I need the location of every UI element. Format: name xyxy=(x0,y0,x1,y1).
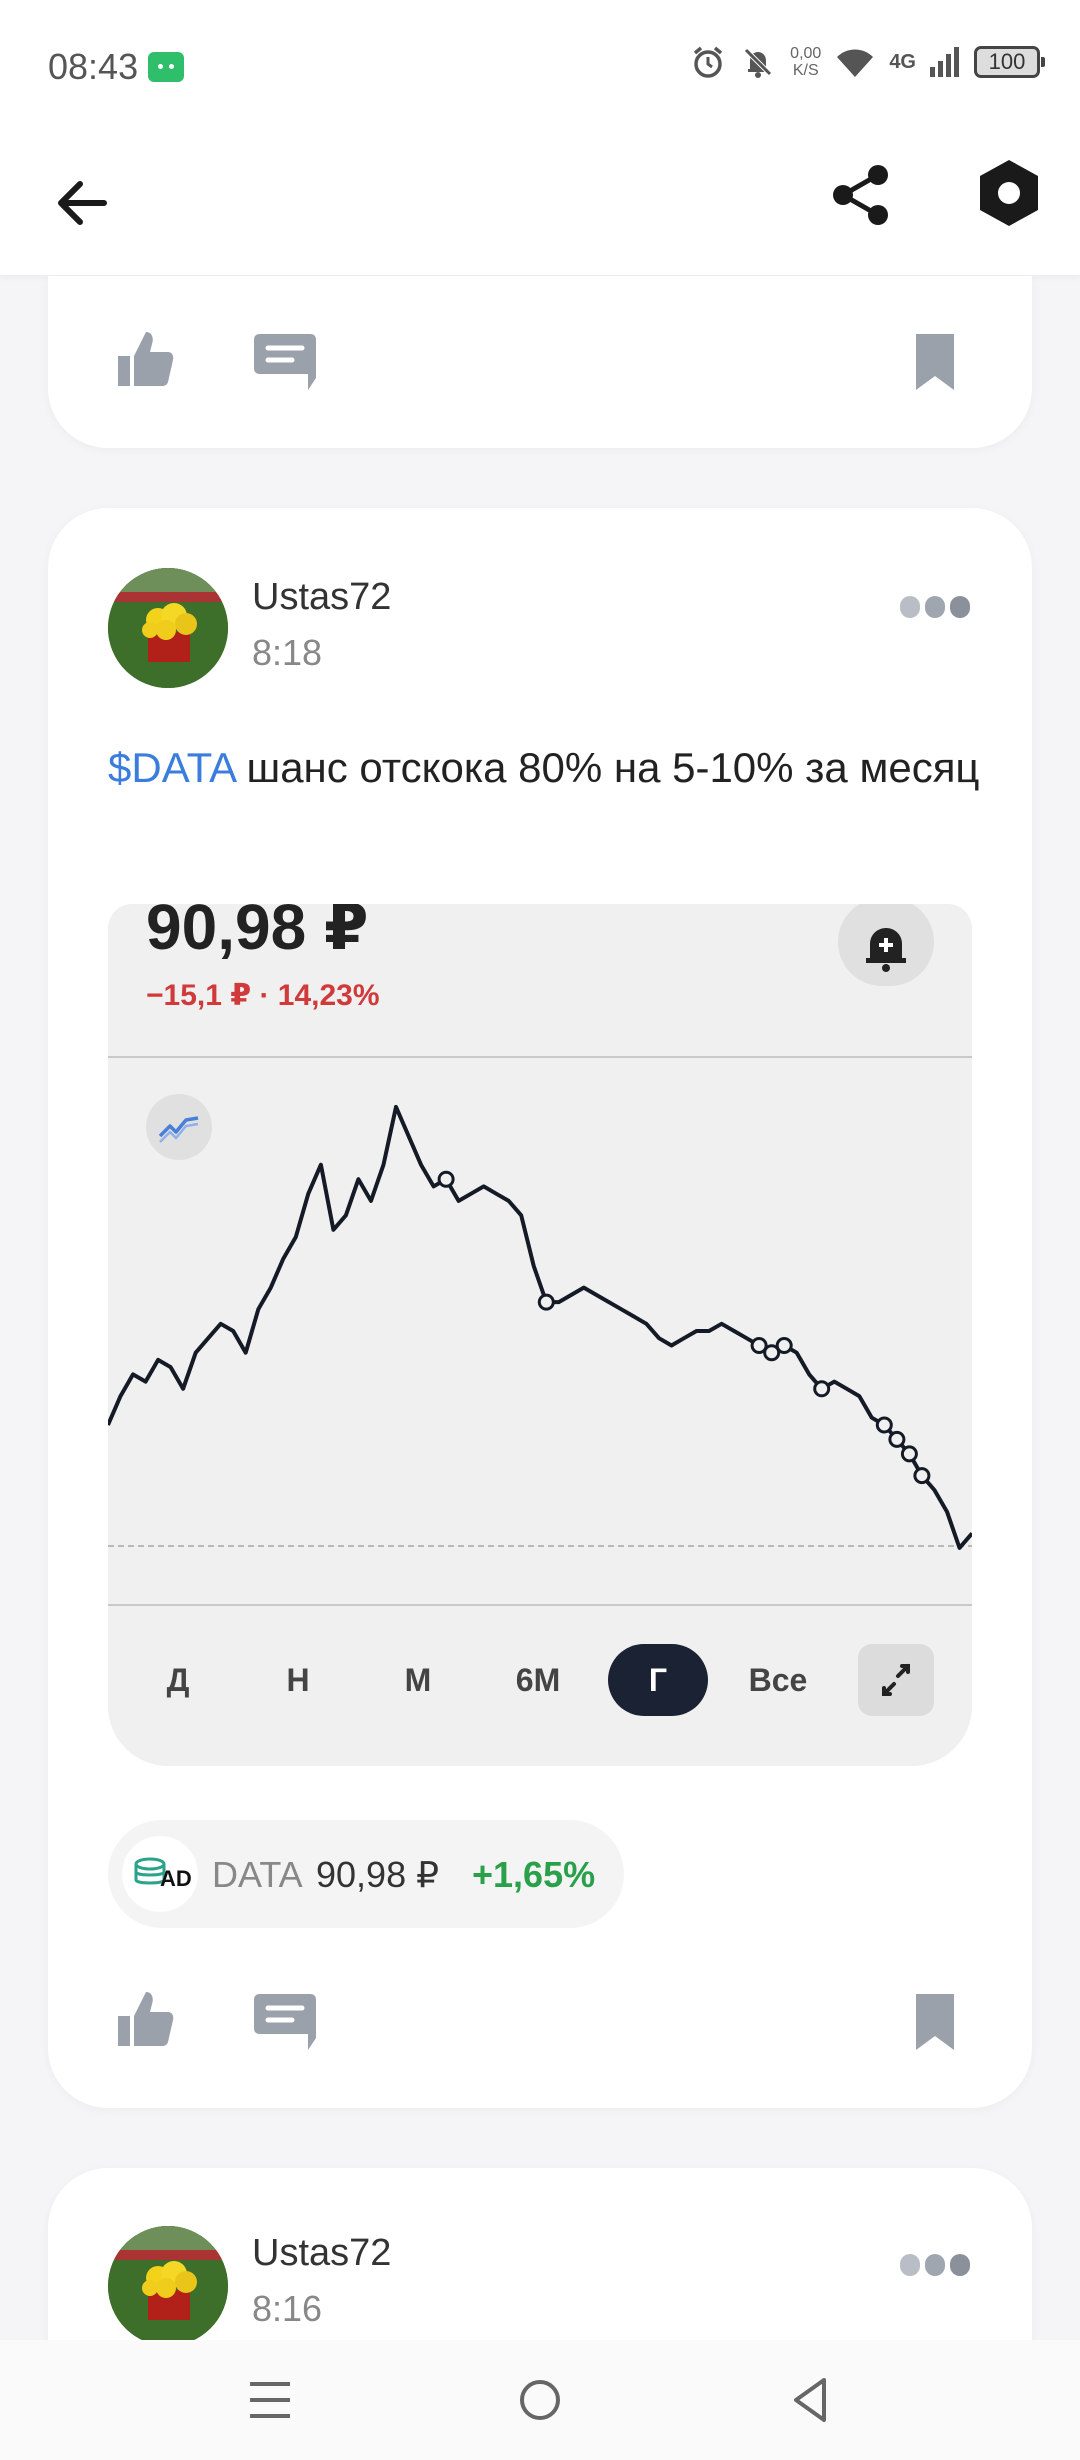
comment-icon[interactable] xyxy=(252,1990,318,2052)
event-marker[interactable] xyxy=(437,1170,455,1188)
net-speed-unit: K/S xyxy=(792,62,819,79)
back-triangle-icon[interactable] xyxy=(790,2376,830,2424)
settings-hex-icon[interactable] xyxy=(972,156,1046,230)
trend-icon xyxy=(158,1116,199,1143)
home-icon[interactable] xyxy=(518,2378,562,2422)
wifi-icon xyxy=(837,49,874,77)
more-options-icon[interactable] xyxy=(900,594,970,620)
post-card: Ustas72 8:18 $DATA шанс отскока 80% на 5… xyxy=(48,508,1032,2108)
bookmark-icon[interactable] xyxy=(912,1992,958,2052)
svg-text:AD: AD xyxy=(160,1866,192,1891)
event-marker[interactable] xyxy=(537,1293,555,1311)
period-all[interactable]: Все xyxy=(728,1644,828,1716)
event-marker[interactable] xyxy=(813,1380,831,1398)
bell-plus-icon xyxy=(866,928,906,972)
avatar-image xyxy=(108,568,228,688)
period-selector: Д Н М 6М Г Все xyxy=(108,1644,972,1716)
like-icon[interactable] xyxy=(114,1986,178,2050)
period-day[interactable]: Д xyxy=(128,1644,228,1716)
event-marker[interactable] xyxy=(913,1467,931,1485)
avatar[interactable] xyxy=(108,2226,228,2346)
author-name[interactable]: Ustas72 xyxy=(252,2232,391,2275)
post-body: шанс отскока 80% на 5-10% за месяц xyxy=(234,744,980,791)
widget-price: 90,98 ₽ xyxy=(146,904,369,963)
ticker-logo-icon: AD xyxy=(134,1857,192,1891)
author-name[interactable]: Ustas72 xyxy=(252,576,391,619)
period-year[interactable]: Г xyxy=(608,1644,708,1716)
ticker-chip[interactable]: AD DATA 90,98 ₽ +1,65% xyxy=(108,1820,624,1928)
net-speed: 0,00 K/S xyxy=(790,45,821,79)
chart-type-button[interactable] xyxy=(146,1094,212,1160)
recent-apps-icon[interactable] xyxy=(248,2380,292,2420)
back-arrow-icon[interactable] xyxy=(50,170,116,236)
ticker-name: DATA xyxy=(212,1854,303,1895)
price-line-chart xyxy=(108,1104,972,1550)
more-options-icon[interactable] xyxy=(900,2252,970,2278)
alarm-icon xyxy=(694,46,723,78)
avatar[interactable] xyxy=(108,568,228,688)
post-text: $DATA шанс отскока 80% на 5-10% за месяц xyxy=(108,740,988,796)
period-month[interactable]: М xyxy=(368,1644,468,1716)
price-series-line xyxy=(108,1104,972,1550)
app-bar xyxy=(0,130,1080,276)
event-marker[interactable] xyxy=(888,1430,906,1448)
status-bar: 08:43 0,00 K/S 4G 100 xyxy=(0,0,1080,130)
expand-button[interactable] xyxy=(858,1644,934,1716)
like-icon[interactable] xyxy=(114,326,178,390)
battery-indicator: 100 xyxy=(974,46,1045,78)
previous-post-card xyxy=(48,276,1032,448)
post-time: 8:18 xyxy=(252,632,323,673)
share-icon[interactable] xyxy=(826,160,896,230)
post-actions xyxy=(48,326,1032,406)
network-type: 4G xyxy=(889,50,916,73)
status-time: 08:43 xyxy=(48,46,139,87)
period-week[interactable]: Н xyxy=(248,1644,348,1716)
event-marker[interactable] xyxy=(900,1445,918,1463)
event-marker[interactable] xyxy=(875,1416,893,1434)
ticker-link[interactable]: $DATA xyxy=(108,744,235,791)
ticker-logo: AD xyxy=(122,1836,198,1912)
bookmark-icon[interactable] xyxy=(912,332,958,392)
price-alert-button[interactable] xyxy=(838,904,934,986)
ticker-change: +1,65% xyxy=(472,1854,596,1895)
status-icons: 0,00 K/S 4G 100 xyxy=(690,44,1045,80)
post-actions xyxy=(48,1986,1032,2066)
post-time: 8:16 xyxy=(252,2288,323,2329)
chart-bottom-divider xyxy=(108,1604,972,1606)
comment-icon[interactable] xyxy=(252,330,318,392)
event-marker[interactable] xyxy=(775,1337,793,1354)
ticker-price: 90,98 ₽ xyxy=(316,1854,439,1895)
chart-markers xyxy=(437,1170,931,1485)
net-speed-value: 0,00 xyxy=(790,45,822,62)
period-6m[interactable]: 6М xyxy=(488,1644,588,1716)
widget-change: −15,1 ₽ · 14,23% xyxy=(146,979,380,1012)
expand-icon xyxy=(882,1664,910,1696)
avatar-image xyxy=(108,2226,228,2346)
signal-icon xyxy=(930,47,959,77)
mute-bell-icon xyxy=(744,48,772,78)
android-app-icon xyxy=(148,52,184,82)
price-chart-widget[interactable]: 90,98 ₽ −15,1 ₽ · 14,23% Д Н М 6М Г Все xyxy=(108,904,972,1766)
system-nav-bar xyxy=(0,2340,1080,2460)
